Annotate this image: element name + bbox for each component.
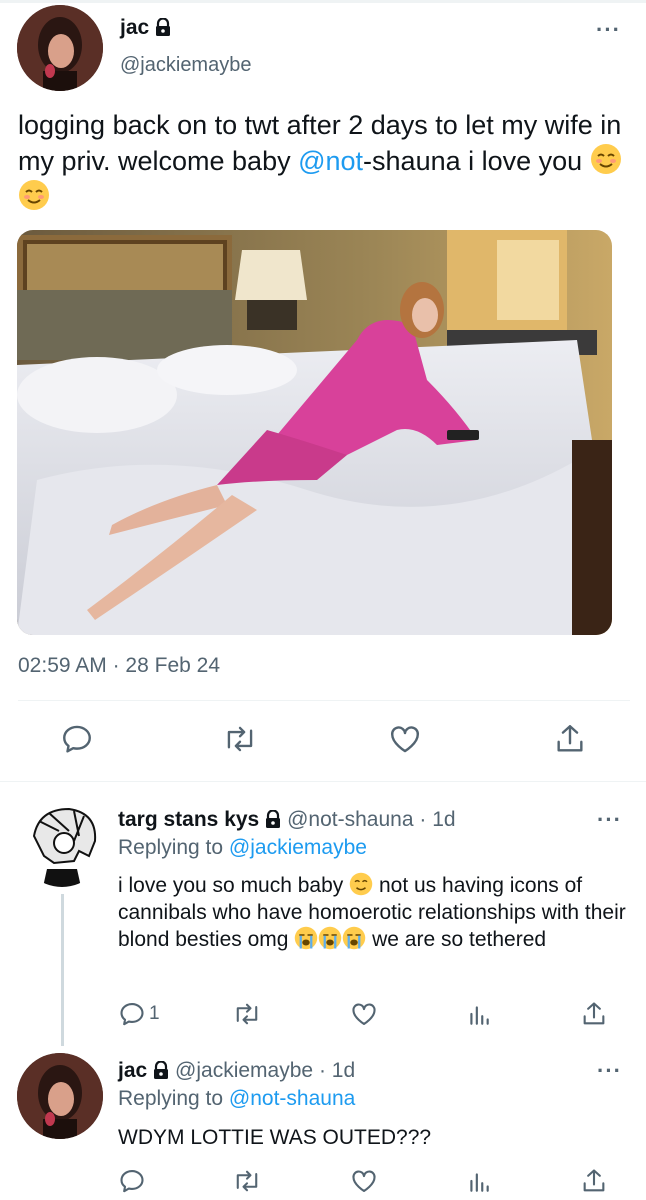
timestamp[interactable]: 1d — [332, 1059, 355, 1082]
tweet-text-part: -shauna i love you — [363, 146, 583, 176]
tweet-photo[interactable] — [17, 230, 612, 635]
top-divider — [0, 0, 646, 3]
lock-icon — [153, 1060, 169, 1085]
reply-button[interactable]: 1 — [118, 1000, 160, 1028]
analytics-icon[interactable] — [466, 1000, 492, 1028]
reply-count: 1 — [149, 1003, 160, 1024]
share-icon[interactable] — [553, 722, 587, 756]
more-options-icon[interactable]: ··· — [596, 17, 621, 43]
replying-to-link[interactable]: @jackiemaybe — [229, 836, 367, 859]
tweet-date[interactable]: 28 Feb 24 — [125, 654, 220, 677]
share-icon[interactable] — [580, 1167, 608, 1195]
retweet-icon[interactable] — [232, 1000, 262, 1028]
reply-text-part: we are so tethered — [366, 928, 547, 951]
retweet-icon[interactable] — [222, 722, 258, 756]
like-icon[interactable] — [350, 1167, 378, 1195]
retweet-icon[interactable] — [232, 1167, 262, 1195]
reply-icon — [120, 1003, 144, 1026]
mention-link[interactable]: @not — [298, 146, 363, 176]
smiling-face-emoji — [590, 144, 621, 174]
more-options-icon[interactable]: ··· — [597, 807, 622, 833]
author-name[interactable]: jac — [118, 1059, 147, 1082]
separator: · — [318, 1059, 326, 1082]
avatar[interactable] — [17, 5, 103, 91]
separator: · — [419, 808, 427, 831]
replying-to-label: Replying to — [118, 1087, 224, 1110]
loudly-crying-face-emoji — [343, 926, 366, 950]
more-options-icon[interactable]: ··· — [597, 1058, 622, 1084]
loudly-crying-face-emoji — [319, 926, 342, 950]
like-icon[interactable] — [350, 1000, 378, 1028]
author-name[interactable]: targ stans kys — [118, 808, 259, 831]
smiling-face-emoji — [19, 180, 49, 210]
author-handle[interactable]: @jackiemaybe — [175, 1059, 313, 1082]
reply-icon[interactable] — [118, 1167, 146, 1195]
author-name[interactable]: jac — [120, 16, 149, 39]
author-handle[interactable]: @jackiemaybe — [120, 54, 251, 77]
separator: · — [112, 654, 120, 677]
timestamp[interactable]: 1d — [432, 808, 455, 831]
replying-to-label: Replying to — [118, 836, 224, 859]
author-handle[interactable]: @not-shauna — [287, 808, 413, 831]
smiling-face-emoji — [349, 872, 373, 896]
divider — [18, 700, 630, 701]
reply-text-part: i love you so much baby — [118, 874, 344, 897]
avatar[interactable] — [19, 801, 105, 887]
thread-line — [61, 894, 64, 1046]
lock-icon — [265, 809, 281, 834]
analytics-icon[interactable] — [466, 1167, 492, 1195]
loudly-crying-face-emoji — [295, 926, 318, 950]
like-icon[interactable] — [388, 722, 422, 756]
divider — [0, 781, 646, 782]
share-icon[interactable] — [580, 1000, 608, 1028]
replying-to-link[interactable]: @not-shauna — [229, 1087, 355, 1110]
reply-text: i love you so much baby not us having ic… — [118, 872, 628, 953]
tweet-time[interactable]: 02:59 AM — [18, 654, 107, 677]
tweet-text: logging back on to twt after 2 days to l… — [18, 108, 628, 215]
avatar[interactable] — [17, 1053, 103, 1139]
reply-icon[interactable] — [60, 722, 94, 756]
reply-text: WDYM LOTTIE WAS OUTED??? — [118, 1126, 432, 1149]
lock-icon — [155, 17, 171, 41]
